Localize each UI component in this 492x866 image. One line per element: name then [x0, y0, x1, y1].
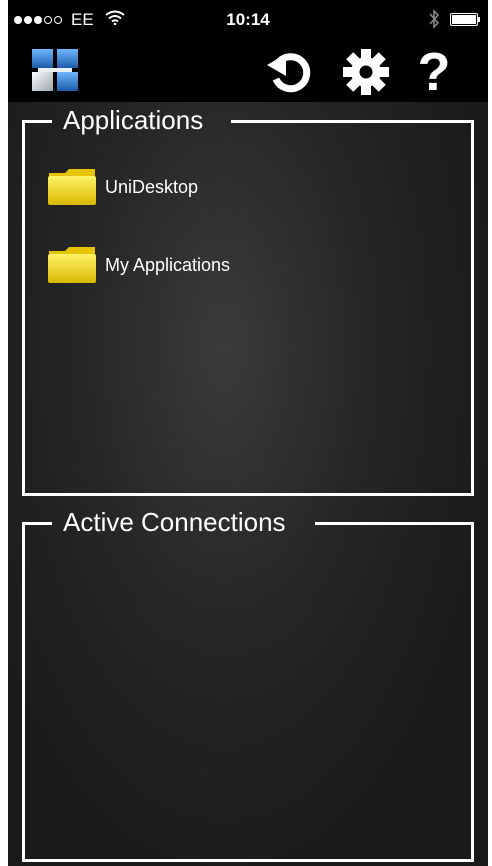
- panel-border: [22, 120, 52, 123]
- refresh-button[interactable]: [264, 46, 316, 98]
- applications-title: Applications: [63, 105, 204, 135]
- status-bar: EE 10:14: [8, 0, 488, 40]
- help-icon: ?: [417, 42, 451, 102]
- main-content: Applications UniDesktop My Applications …: [8, 102, 488, 866]
- applications-panel: Applications UniDesktop My Applications: [22, 105, 474, 496]
- folder-icon: [48, 169, 96, 205]
- toolbar: ?: [8, 40, 488, 102]
- app-logo-icon[interactable]: [30, 46, 80, 94]
- folder-icon: [48, 247, 96, 283]
- refresh-icon: [267, 53, 311, 93]
- panel-border: [22, 522, 52, 525]
- panel-border: [315, 522, 474, 525]
- active-connections-panel: Active Connections: [22, 507, 474, 862]
- battery-tip: [478, 17, 480, 22]
- app-folder-label: UniDesktop: [105, 176, 199, 197]
- settings-button[interactable]: [340, 46, 392, 98]
- app-folder-unidesktop[interactable]: UniDesktop: [47, 168, 198, 206]
- bluetooth-icon: [428, 9, 440, 34]
- status-time: 10:14: [226, 10, 270, 29]
- battery-level: [452, 15, 476, 24]
- app-screen: EE 10:14 ? Applications UniDesktop My Ap…: [8, 0, 488, 866]
- app-folder-my-applications[interactable]: My Applications: [47, 246, 230, 284]
- help-button[interactable]: ?: [408, 45, 460, 99]
- active-connections-title: Active Connections: [63, 507, 286, 537]
- panel-border: [231, 120, 474, 123]
- battery-icon: [450, 13, 478, 26]
- settings-gear-icon: [343, 49, 389, 95]
- app-folder-label: My Applications: [105, 254, 231, 275]
